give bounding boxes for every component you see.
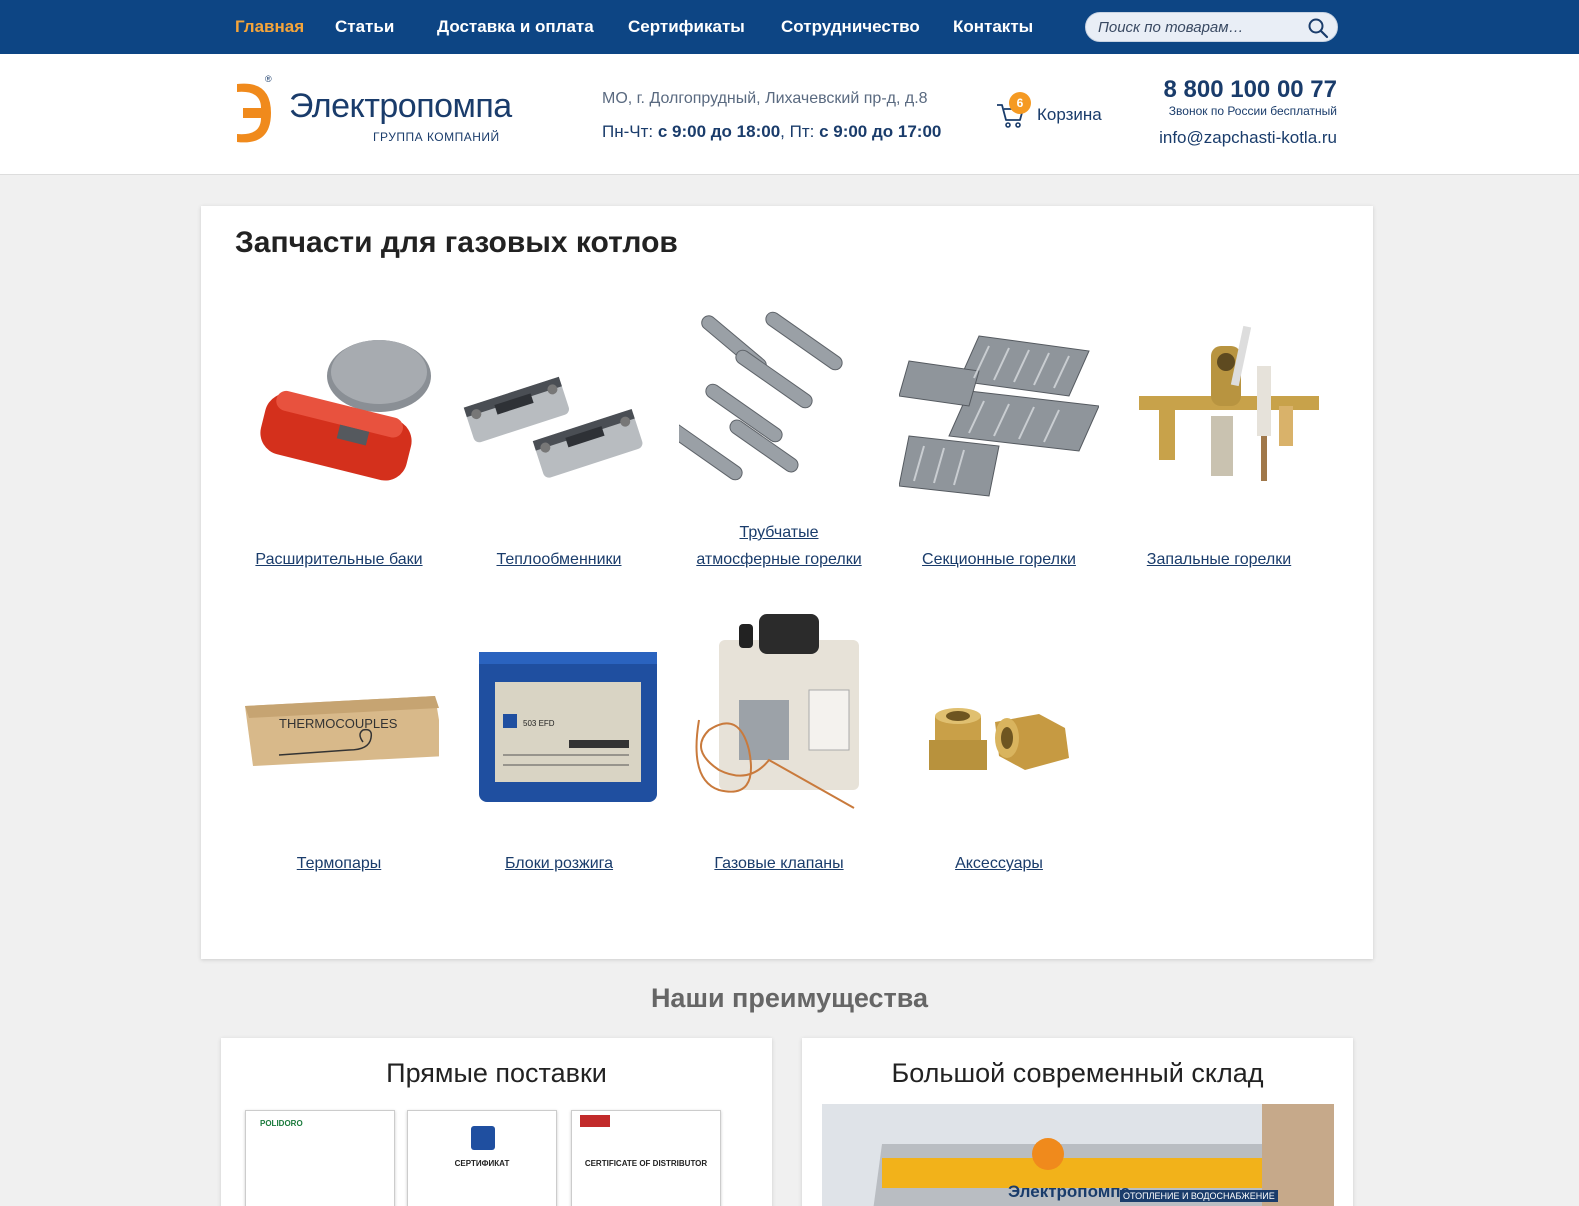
logo[interactable]: ® Электропомпа ГРУППА КОМПАНИЙ bbox=[233, 74, 512, 154]
cart-link[interactable]: 6 Корзина bbox=[995, 92, 1115, 130]
category-link-tubular-burners-line1[interactable]: Трубчатые bbox=[669, 519, 889, 546]
cart-label: Корзина bbox=[1037, 105, 1102, 124]
category-link-accessories[interactable]: Аксессуары bbox=[889, 850, 1109, 877]
svg-text:503 EFD: 503 EFD bbox=[523, 719, 555, 728]
category-link-gas-valves[interactable]: Газовые клапаны bbox=[669, 850, 889, 877]
hours-weekdays-prefix: Пн-Чт: bbox=[602, 122, 658, 141]
category-link-pilot-burners[interactable]: Запальные горелки bbox=[1109, 546, 1329, 573]
search-box bbox=[1085, 12, 1338, 42]
gas-valve-image bbox=[695, 614, 859, 809]
category-link-sectional-burners[interactable]: Секционные горелки bbox=[889, 546, 1109, 573]
category-link-tubular-burners-line2[interactable]: атмосферные горелки bbox=[669, 546, 889, 573]
tubular-burner-image bbox=[679, 311, 843, 481]
svg-text:THERMOCOUPLES: THERMOCOUPLES bbox=[279, 716, 398, 731]
advantage-card-warehouse: Большой современный склад Электропомпа О… bbox=[802, 1038, 1353, 1206]
category-link-heat-exchangers[interactable]: Теплообменники bbox=[449, 546, 669, 573]
category-link-ignition-units[interactable]: Блоки розжига bbox=[449, 850, 669, 877]
working-hours: Пн-Чт: с 9:00 до 18:00, Пт: с 9:00 до 17… bbox=[602, 122, 941, 142]
catalog-section: Запчасти для газовых котлов Расширительн… bbox=[201, 206, 1373, 959]
warehouse-photo: Электропомпа ОТОПЛЕНИЕ И ВОДОСНАБЖЕНИЕ bbox=[822, 1104, 1334, 1206]
certificate-title: СЕРТИФИКАТ bbox=[454, 1159, 510, 1168]
logo-registered: ® bbox=[265, 74, 272, 84]
nav-link-certificates[interactable]: Сертификаты bbox=[628, 17, 745, 37]
hours-friday-prefix: , Пт: bbox=[780, 122, 820, 141]
warehouse-sign-brand: Электропомпа bbox=[1008, 1182, 1131, 1201]
nav-link-cooperation[interactable]: Сотрудничество bbox=[781, 17, 920, 37]
certificate-brand: POLIDORO bbox=[260, 1119, 303, 1128]
certificate-logo-icon bbox=[471, 1126, 495, 1150]
accessories-image bbox=[929, 708, 1069, 770]
sectional-burner-image bbox=[899, 335, 1099, 497]
heat-exchanger-image bbox=[463, 376, 643, 478]
advantage-card-title: Прямые поставки bbox=[386, 1058, 607, 1088]
site-header: ® Электропомпа ГРУППА КОМПАНИЙ МО, г. До… bbox=[0, 54, 1579, 175]
phone-number[interactable]: 8 800 100 00 77 bbox=[1164, 76, 1338, 104]
category-link-expansion-tanks[interactable]: Расширительные баки bbox=[229, 546, 449, 573]
logo-brand-text: Электропомпа bbox=[289, 87, 512, 125]
logo-subtitle: ГРУППА КОМПАНИЙ bbox=[373, 130, 500, 144]
advantage-card-direct-supply: Прямые поставки POLIDORO СЕРТИФИКАТ CERT… bbox=[221, 1038, 772, 1206]
pilot-burner-image bbox=[1139, 325, 1319, 481]
logo-mark-icon bbox=[237, 83, 271, 143]
warehouse-sign-text: ОТОПЛЕНИЕ И ВОДОСНАБЖЕНИЕ bbox=[1120, 1190, 1278, 1202]
ignition-unit-image: 503 EFD bbox=[479, 652, 657, 802]
email-link[interactable]: info@zapchasti-kotla.ru bbox=[1159, 128, 1337, 148]
advantages-title: Наши преимущества bbox=[650, 983, 929, 1013]
certificate-document[interactable]: СЕРТИФИКАТ bbox=[407, 1110, 557, 1206]
certificate-document[interactable]: CERTIFICATE OF DISTRIBUTOR bbox=[571, 1110, 721, 1206]
advantage-card-title: Большой современный склад bbox=[891, 1058, 1264, 1088]
certificate-badge-icon bbox=[580, 1115, 610, 1127]
top-navigation: Главная Статьи Доставка и оплата Сертифи… bbox=[0, 0, 1579, 54]
nav-link-delivery[interactable]: Доставка и оплата bbox=[437, 17, 594, 37]
search-icon[interactable] bbox=[1307, 17, 1329, 39]
nav-link-contacts[interactable]: Контакты bbox=[953, 17, 1033, 37]
hours-friday: с 9:00 до 17:00 bbox=[819, 122, 942, 141]
hours-weekdays: с 9:00 до 18:00 bbox=[657, 122, 781, 141]
cart-count-badge: 6 bbox=[1009, 92, 1031, 114]
page-title: Запчасти для газовых котлов bbox=[235, 226, 678, 259]
thermocouple-image: THERMOCOUPLES bbox=[245, 696, 439, 766]
search-input[interactable] bbox=[1098, 18, 1298, 37]
nav-link-articles[interactable]: Статьи bbox=[335, 17, 394, 37]
phone-note: Звонок по России бесплатный bbox=[1168, 104, 1337, 118]
category-link-thermocouples[interactable]: Термопары bbox=[229, 850, 449, 877]
address: МО, г. Долгопрудный, Лихачевский пр-д, д… bbox=[602, 90, 928, 107]
expansion-tank-image bbox=[260, 340, 431, 481]
nav-link-home[interactable]: Главная bbox=[235, 17, 304, 37]
certificate-document[interactable]: POLIDORO bbox=[245, 1110, 395, 1206]
certificate-title: CERTIFICATE OF DISTRIBUTOR bbox=[584, 1159, 708, 1168]
